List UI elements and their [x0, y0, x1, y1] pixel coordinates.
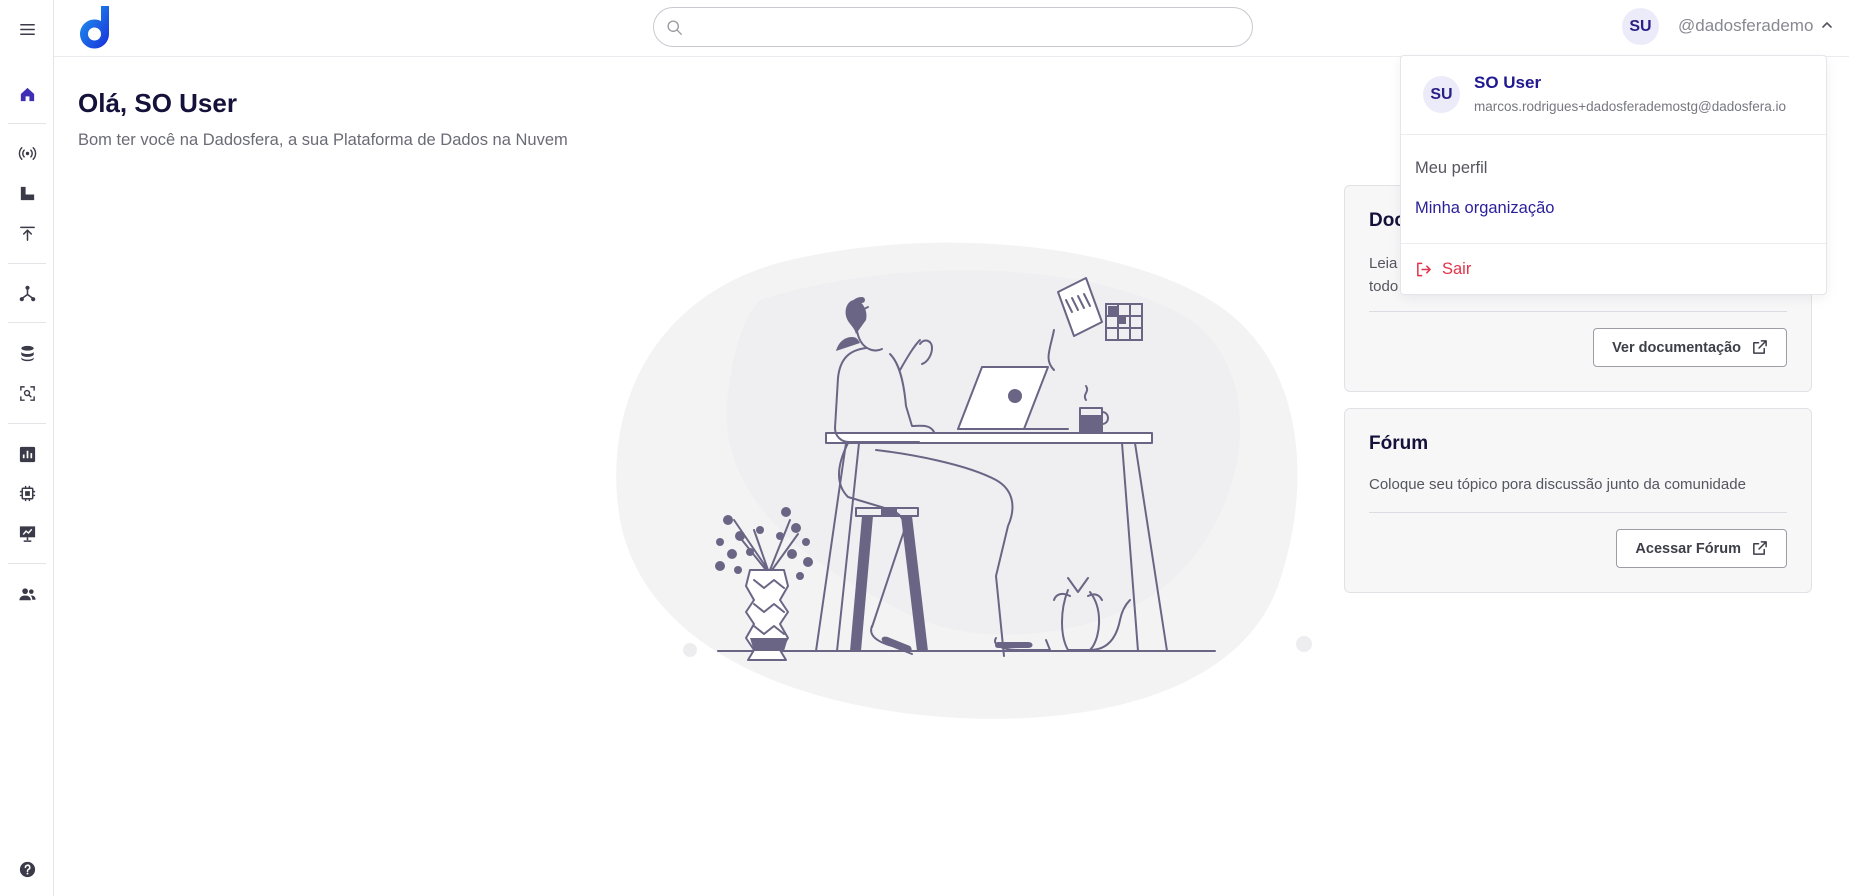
chip-icon: [19, 485, 35, 501]
user-handle[interactable]: @dadosferademo: [1678, 16, 1813, 36]
pipeline-icon: [20, 186, 34, 200]
search-bar[interactable]: [653, 7, 1253, 47]
home-icon: [20, 87, 34, 101]
hierarchy-icon: [19, 285, 35, 301]
dropdown-avatar: SU: [1423, 76, 1460, 113]
sidebar-item-database[interactable]: [11, 337, 43, 369]
menu-icon: [19, 23, 35, 35]
sidebar-item-users[interactable]: [11, 578, 43, 610]
user-avatar[interactable]: SU: [1622, 8, 1659, 45]
dropdown-user-email: marcos.rodrigues+dadosferademostg@dadosf…: [1474, 99, 1787, 114]
chevron-up-icon[interactable]: [1821, 20, 1833, 30]
menu-item-logout[interactable]: Sair: [1415, 260, 1471, 279]
page-subtitle: Bom ter você na Dadosfera, a sua Platafo…: [78, 131, 568, 149]
forum-card-text: Coloque seu tópico pora discussão junto …: [1369, 476, 1746, 493]
sidebar-divider: [8, 123, 46, 124]
card-divider: [1369, 512, 1787, 513]
view-documentation-button[interactable]: Ver documentação: [1593, 328, 1787, 367]
sidebar-divider: [8, 423, 46, 424]
sidebar-item-streams[interactable]: [11, 137, 43, 169]
logout-icon: [1417, 262, 1431, 277]
logout-label: Sair: [1442, 260, 1472, 278]
workspace-illustration: [616, 242, 1312, 719]
sidebar-divider: [8, 563, 46, 564]
dropdown-divider: [1401, 134, 1826, 135]
sidebar-item-pipelines[interactable]: [11, 177, 43, 209]
upload-icon: [19, 226, 35, 241]
help-button[interactable]: [11, 853, 43, 885]
card-divider: [1369, 311, 1787, 312]
bar-chart-icon: [19, 446, 35, 462]
dropdown-user-name: SO User: [1474, 73, 1542, 92]
user-dropdown-menu: SU SO User marcos.rodrigues+dadosferadem…: [1400, 55, 1827, 295]
menu-button[interactable]: [11, 13, 43, 45]
search-icon: [667, 20, 682, 35]
sidebar-item-dashboards[interactable]: [11, 517, 43, 549]
menu-item-my-profile[interactable]: Meu perfil: [1415, 159, 1487, 178]
sidebar-item-explore[interactable]: [11, 377, 43, 409]
broadcast-icon: [18, 146, 36, 160]
menu-item-my-organization[interactable]: Minha organização: [1415, 199, 1554, 218]
forum-card-title: Fórum: [1369, 433, 1429, 454]
access-forum-button[interactable]: Acessar Fórum: [1616, 529, 1787, 568]
external-link-icon: [1753, 541, 1767, 555]
sidebar-divider: [8, 322, 46, 323]
documentation-card-text-line1: Leia: [1369, 255, 1398, 272]
scan-search-icon: [19, 385, 35, 401]
help-icon: [19, 861, 35, 877]
sidebar-item-analytics[interactable]: [11, 438, 43, 470]
view-documentation-label: Ver documentação: [1612, 339, 1741, 356]
dadosfera-logo[interactable]: [77, 4, 113, 51]
database-icon: [20, 345, 34, 361]
sidebar: [0, 0, 54, 896]
sidebar-item-home[interactable]: [11, 78, 43, 110]
users-icon: [18, 587, 36, 600]
presentation-icon: [19, 525, 35, 542]
sidebar-item-upload[interactable]: [11, 217, 43, 249]
sidebar-item-hierarchy[interactable]: [11, 277, 43, 309]
documentation-card-text-line2: todo: [1369, 278, 1399, 295]
page-title: Olá, SO User: [78, 88, 237, 118]
access-forum-label: Acessar Fórum: [1635, 540, 1741, 557]
top-bar: SU @dadosferademo: [54, 0, 1849, 57]
forum-card: Fórum Coloque seu tópico pora discussão …: [1344, 408, 1812, 593]
sidebar-item-compute[interactable]: [11, 477, 43, 509]
search-input[interactable]: [692, 14, 1232, 40]
sidebar-divider: [8, 263, 46, 264]
dropdown-divider: [1401, 243, 1826, 244]
external-link-icon: [1753, 340, 1767, 354]
